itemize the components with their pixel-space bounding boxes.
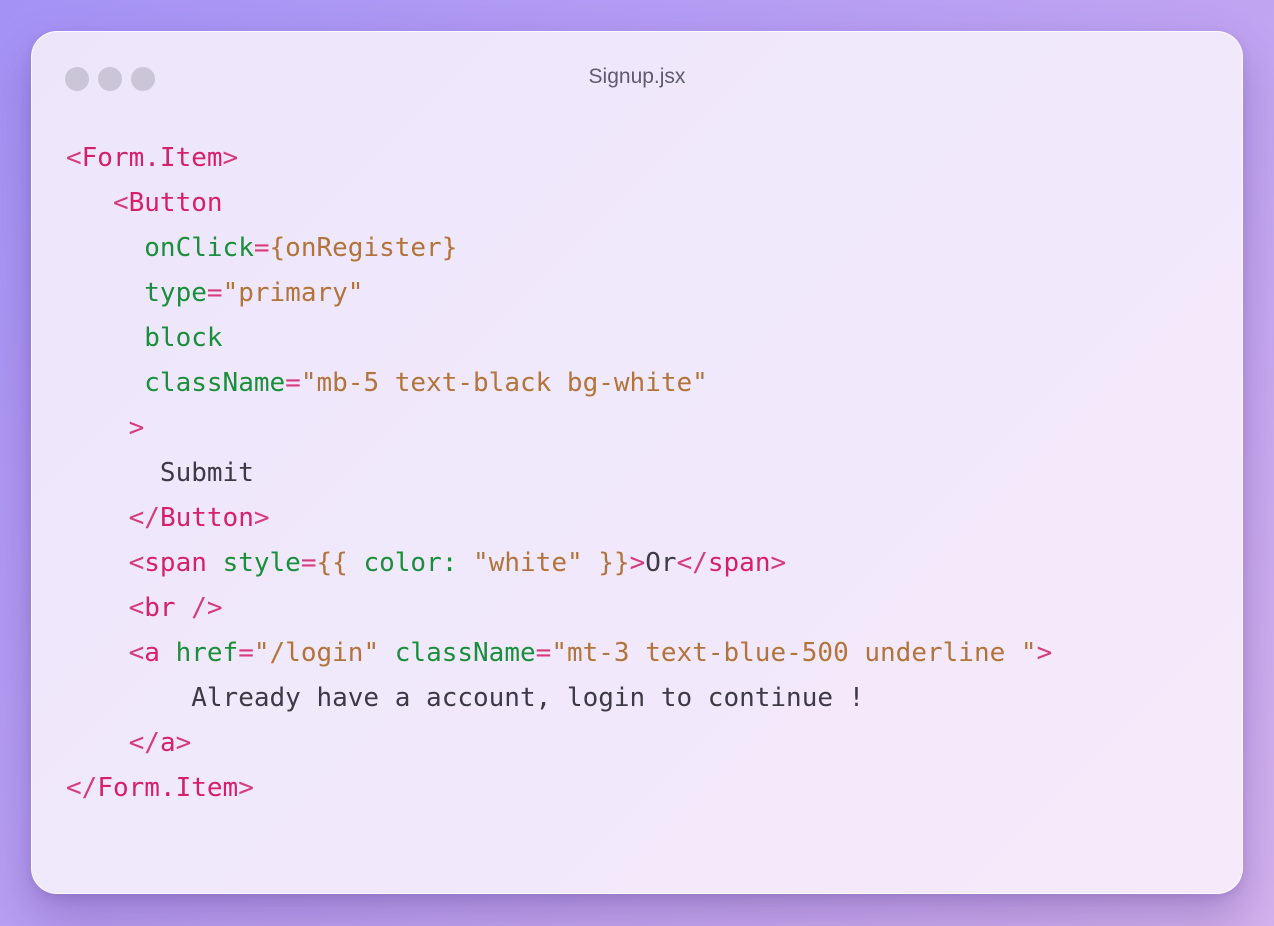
code-token: > <box>222 143 239 173</box>
code-token: a <box>159 728 176 758</box>
code-token: Or <box>645 548 677 578</box>
code-token: > <box>175 728 192 758</box>
code-token: > <box>253 503 270 533</box>
code-line: </a> <box>66 721 1052 766</box>
code-token: < <box>128 593 145 623</box>
code-token: </ <box>66 773 98 803</box>
code-token: Already have a account, login to continu… <box>191 683 865 713</box>
code-token: = <box>238 638 254 668</box>
code-token: > <box>1036 638 1053 668</box>
window-title: Signup.jsx <box>588 65 686 88</box>
code-token: = <box>535 638 552 668</box>
code-token: a <box>144 638 160 668</box>
code-token: "white" <box>473 548 583 578</box>
code-token: /> <box>191 593 223 623</box>
code-token: br <box>144 593 176 623</box>
code-token: style <box>222 548 301 578</box>
code-line: className="mb-5 text-black bg-white" <box>66 361 1052 406</box>
code-line: Submit <box>66 451 1052 496</box>
code-token: Submit <box>159 458 254 488</box>
code-token: < <box>66 143 82 173</box>
code-token: < <box>128 638 145 668</box>
code-token: = <box>300 548 317 578</box>
code-token: Button <box>159 503 254 533</box>
code-token: > <box>629 548 646 578</box>
code-line: <span style={{ color: "white" }}>Or</spa… <box>66 541 1052 586</box>
code-token: color: <box>363 548 458 578</box>
code-token: {{ <box>316 548 348 578</box>
code-token: className <box>394 638 536 668</box>
code-token: Button <box>128 188 223 218</box>
code-token: </ <box>676 548 708 578</box>
code-line: block <box>66 316 1052 361</box>
code-line: type="primary" <box>66 271 1052 316</box>
code-token: block <box>144 323 223 353</box>
code-line: Already have a account, login to continu… <box>66 676 1052 721</box>
code-line: <Button <box>66 181 1052 226</box>
code-token: </ <box>128 728 160 758</box>
code-token: "/login" <box>253 638 380 668</box>
code-line: <Form.Item> <box>66 136 1052 181</box>
code-line: </Button> <box>66 496 1052 541</box>
code-token: href <box>175 638 239 668</box>
code-token: "mb-5 text-black bg-white" <box>300 368 708 398</box>
code-token: className <box>144 368 286 398</box>
code-token: < <box>128 548 145 578</box>
code-token: > <box>238 773 254 803</box>
code-token: Form.Item <box>97 773 239 803</box>
code-token: span <box>144 548 207 578</box>
code-token: = <box>253 233 270 263</box>
code-token: onClick <box>144 233 254 263</box>
code-token: }} <box>598 548 630 578</box>
code-token: = <box>206 278 223 308</box>
code-token: Form.Item <box>81 143 223 173</box>
code-token: = <box>285 368 301 398</box>
code-line: <br /> <box>66 586 1052 631</box>
code-token: > <box>770 548 787 578</box>
code-token: "mt-3 text-blue-500 underline " <box>551 638 1037 668</box>
code-token: < <box>112 188 129 218</box>
code-line: onClick={onRegister} <box>66 226 1052 271</box>
code-line: <a href="/login" className="mt-3 text-bl… <box>66 631 1053 676</box>
code-token: {onRegister} <box>269 233 458 263</box>
code-line: </Form.Item> <box>66 766 1052 811</box>
code-line: > <box>66 406 1052 451</box>
code-window: Signup.jsx <Form.Item> <Button onClick={… <box>31 31 1243 894</box>
code-token: type <box>144 278 207 308</box>
code-token: > <box>128 413 145 443</box>
code-token: </ <box>128 503 160 533</box>
code-token: span <box>707 548 771 578</box>
window-titlebar: Signup.jsx <box>32 32 1242 122</box>
code-token: "primary" <box>222 278 364 308</box>
code-block: <Form.Item> <Button onClick={onRegister}… <box>66 136 1052 811</box>
